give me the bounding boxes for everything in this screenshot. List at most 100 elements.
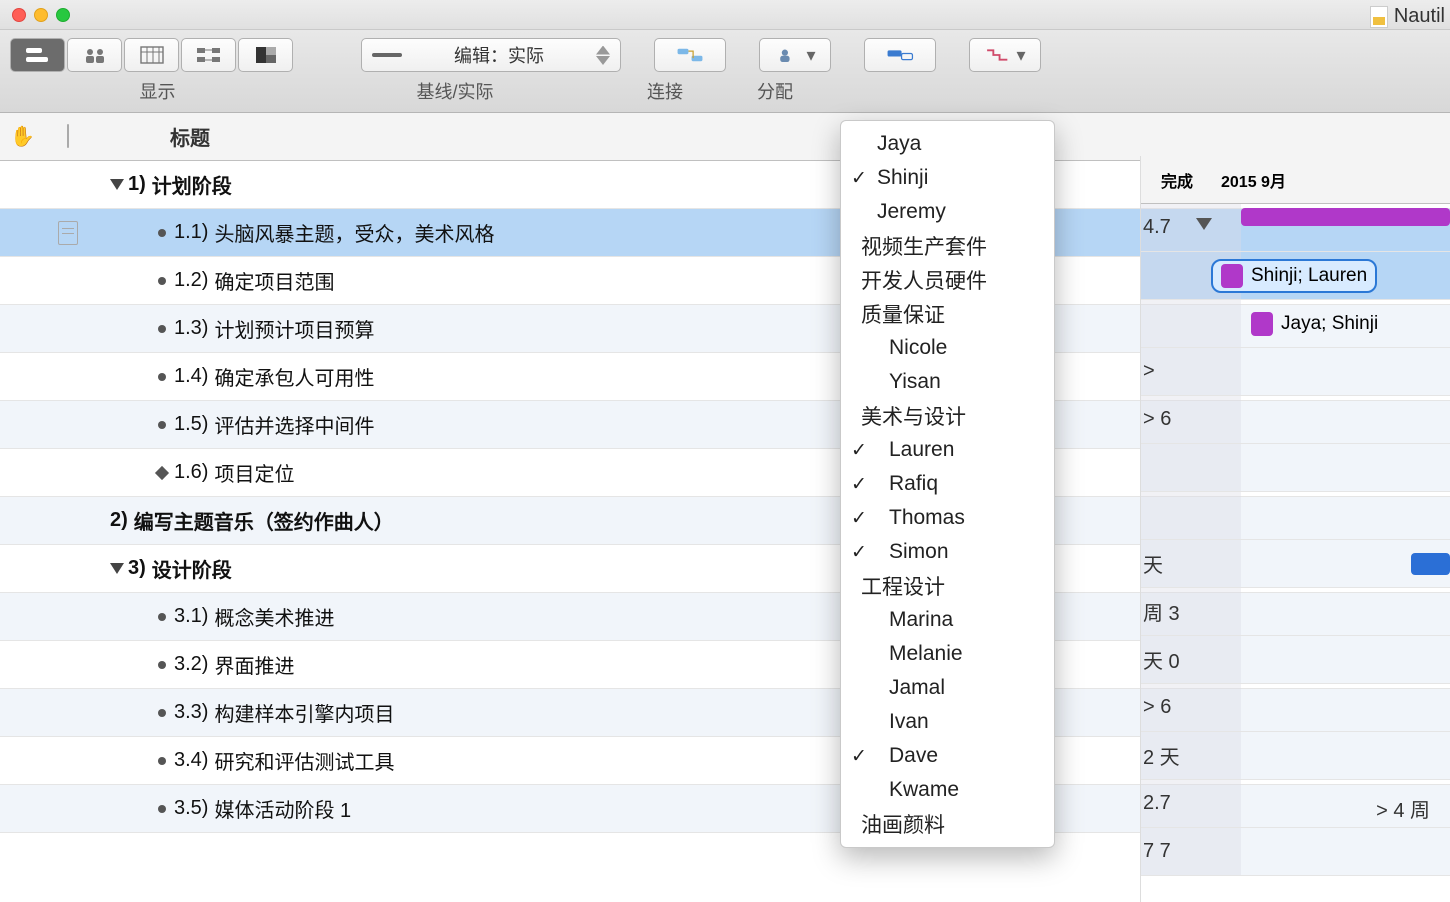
calendar-view-button[interactable] [124,38,179,72]
task-title: 编写主题音乐（签约作曲人） [134,506,394,535]
task-title: 确定项目范围 [214,266,334,295]
menu-item-label: Thomas [889,506,965,530]
menu-item-label: 油画颜料 [861,809,945,839]
close-window-button[interactable] [12,8,26,22]
gantt-header: 完成 2015 9月 [1141,156,1450,204]
task-bullet-icon [158,757,166,765]
gantt-row[interactable]: > 6 [1141,396,1450,444]
task-number: 1) [128,173,146,196]
check-icon: ✓ [851,507,867,530]
task-bullet-icon [158,277,166,285]
task-bar[interactable] [1251,312,1273,336]
style-view-button[interactable] [238,38,293,72]
gantt-row[interactable]: > [1141,348,1450,396]
task-number: 3.3) [174,701,208,724]
task-number: 1.2) [174,269,208,292]
note-column-header [45,125,90,148]
menu-item[interactable]: Yisan [841,365,1054,399]
menu-item[interactable]: Nicole [841,331,1054,365]
menu-item[interactable]: 开发人员硬件 [841,263,1054,297]
gantt-row[interactable] [1141,492,1450,540]
menu-item[interactable]: ✓Dave [841,739,1054,773]
task-number: 3.1) [174,605,208,628]
menu-item-label: Simon [889,540,949,564]
connect-button[interactable] [654,38,726,72]
menu-item[interactable]: 油画颜料 [841,807,1054,841]
menu-item[interactable]: 视频生产套件 [841,229,1054,263]
task-number: 3.4) [174,749,208,772]
gantt-view-button[interactable] [10,38,65,72]
menu-item[interactable]: 质量保证 [841,297,1054,331]
gantt-row[interactable]: Shinji; Lauren [1141,252,1450,300]
chevron-down-icon[interactable] [1196,218,1212,230]
gantt-row[interactable]: 2 天 [1141,732,1450,780]
task-bar[interactable] [1411,553,1450,575]
disclosure-triangle-icon[interactable] [110,179,124,190]
titlebar: Nautil [0,0,1450,30]
disclosure-triangle-icon[interactable] [110,563,124,574]
menu-item[interactable]: ✓Simon [841,535,1054,569]
menu-item[interactable]: Melanie [841,637,1054,671]
gantt-row[interactable]: Jaya; Shinji [1141,300,1450,348]
menu-item[interactable]: Marina [841,603,1054,637]
gantt-pane: 完成 2015 9月 4.7 Shinji; Lauren Jaya; Shinji… [1140,156,1450,902]
menu-item[interactable]: ✓ Shinji [841,161,1054,195]
assign-button[interactable]: ▾ [759,38,831,72]
menu-item-label: Ivan [889,710,929,734]
task-title: 构建样本引擎内项目 [214,698,394,727]
menu-item[interactable]: Kwame [841,773,1054,807]
menu-item[interactable]: ✓Rafiq [841,467,1054,501]
check-icon: ✓ [851,745,867,768]
menu-item[interactable]: 美术与设计 [841,399,1054,433]
summary-bar[interactable] [1241,208,1450,226]
menu-item[interactable]: Jeremy [841,195,1054,229]
task-title: 媒体活动阶段 1 [214,794,351,823]
network-view-button[interactable] [181,38,236,72]
resource-view-button[interactable] [67,38,122,72]
document-title: Nautil [1370,5,1445,28]
menu-item-label: Marina [889,608,953,632]
milestone-icon [155,465,169,479]
gantt-cell-value: 2.7 [1143,792,1171,815]
column-header: ✋ 标题 [0,113,1450,161]
gantt-row[interactable]: 天 [1141,540,1450,588]
menu-item[interactable]: Jaya [841,127,1054,161]
assign-resource-menu[interactable]: Jaya ✓ Shinji Jeremy 视频生产套件开发人员硬件质量保证NicoleY… [840,120,1055,848]
check-icon: ✓ [851,473,867,496]
title-column-header[interactable]: 标题 [90,122,690,151]
gantt-row[interactable]: 4.7 [1141,204,1450,252]
task-title: 概念美术推进 [214,602,334,631]
gantt-cell-value: > [1143,360,1155,383]
menu-item[interactable]: Ivan [841,705,1054,739]
menu-item[interactable]: ✓Lauren [841,433,1054,467]
task-number: 2) [110,509,128,532]
task-bar[interactable]: Shinji; Lauren [1211,259,1377,293]
minimize-window-button[interactable] [34,8,48,22]
menu-item-label: Shinji [877,166,928,190]
timeline-month[interactable]: 2015 9月 [1201,168,1286,192]
menu-item-label: 开发人员硬件 [861,265,987,295]
gantt-row[interactable]: 周 3 [1141,588,1450,636]
gantt-row[interactable]: > 6 [1141,684,1450,732]
gantt-row[interactable]: 天 0 [1141,636,1450,684]
split-button[interactable] [864,38,936,72]
menu-item[interactable]: 工程设计 [841,569,1054,603]
check-icon: ✓ [851,167,867,190]
baseline-selector[interactable]: 编辑：实际 [361,38,621,72]
task-assignees: Shinji; Lauren [1251,265,1367,287]
complete-column-header[interactable]: 完成 [1141,168,1201,192]
task-bullet-icon [158,613,166,621]
zoom-window-button[interactable] [56,8,70,22]
menu-item[interactable]: Jamal [841,671,1054,705]
gantt-row[interactable] [1141,444,1450,492]
note-icon[interactable] [58,221,78,245]
task-bullet-icon [158,373,166,381]
gantt-row[interactable]: 2.7 [1141,780,1450,828]
gantt-cell-value: > 6 [1143,696,1171,719]
menu-item[interactable]: ✓ Thomas [841,501,1054,535]
level-button[interactable]: ▾ [969,38,1041,72]
gantt-row[interactable]: 7 7 [1141,828,1450,876]
menu-item-label: Jeremy [877,200,946,224]
task-title: 研究和评估测试工具 [214,746,394,775]
gantt-cell-value: > 6 [1143,408,1171,431]
